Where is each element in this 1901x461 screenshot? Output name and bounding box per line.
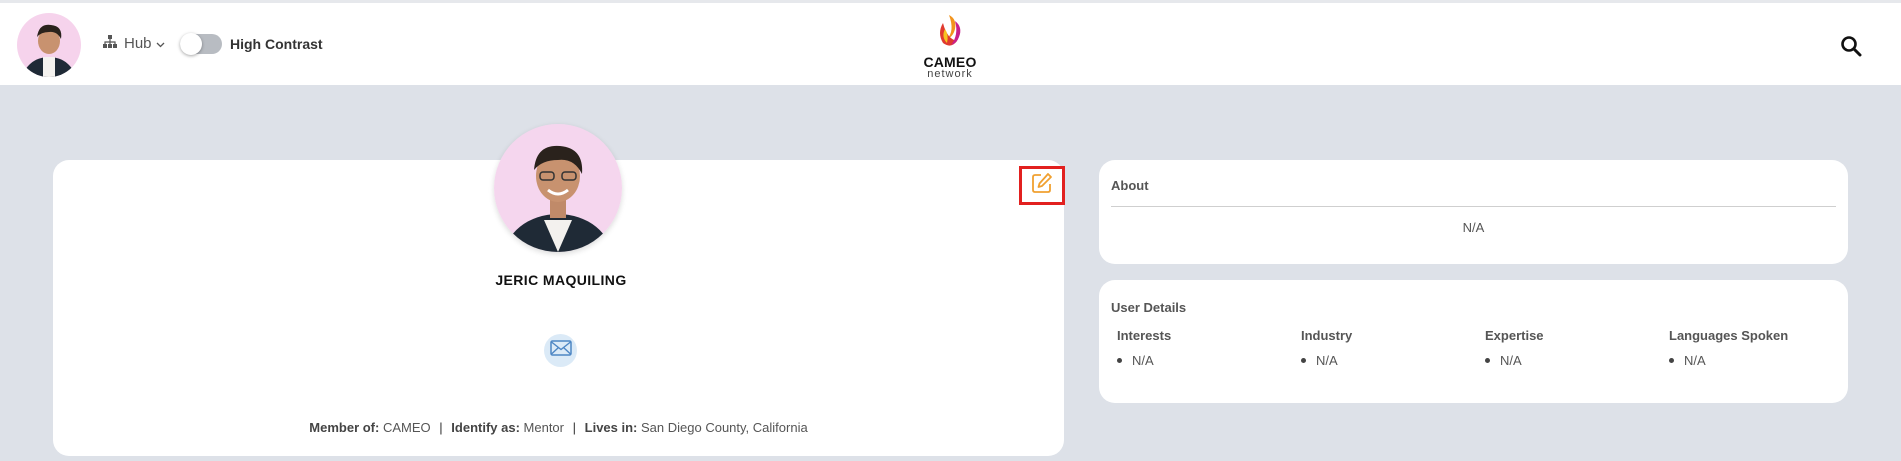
meta-separator: |: [572, 420, 577, 435]
lives-in-label: Lives in:: [584, 420, 638, 435]
high-contrast-label: High Contrast: [230, 36, 323, 52]
details-column-expertise: Expertise N/A: [1485, 328, 1655, 368]
details-column-interests: Interests N/A: [1117, 328, 1287, 368]
hierarchy-icon: [103, 35, 124, 52]
divider: [1111, 206, 1836, 207]
hub-label: Hub: [124, 35, 152, 52]
cameo-logo[interactable]: CAMEO network: [920, 13, 980, 80]
identify-label: Identify as:: [451, 420, 520, 435]
list-item: N/A: [1117, 353, 1287, 368]
about-value: N/A: [1462, 220, 1485, 235]
list-item-value: N/A: [1500, 353, 1522, 368]
message-button[interactable]: [544, 334, 577, 367]
member-of-label: Member of:: [309, 420, 380, 435]
member-of-value: CAMEO: [382, 420, 431, 435]
chevron-down-icon: [156, 35, 172, 52]
high-contrast-toggle[interactable]: [180, 33, 222, 55]
high-contrast-control: High Contrast: [180, 33, 323, 55]
profile-meta: Member of: CAMEO | Identify as: Mentor |…: [200, 420, 917, 435]
user-details-card: User Details Interests N/A Industry N/A …: [1099, 280, 1848, 403]
edit-profile-button[interactable]: [1019, 166, 1065, 205]
logo-mark: [940, 15, 961, 46]
user-details-title: User Details: [1111, 300, 1187, 315]
hub-dropdown[interactable]: Hub: [103, 35, 172, 52]
list-item: N/A: [1301, 353, 1471, 368]
identify-value: Mentor: [523, 420, 564, 435]
list-item: N/A: [1669, 353, 1839, 368]
column-heading: Expertise: [1485, 328, 1544, 343]
nav-avatar[interactable]: [17, 13, 81, 77]
list-item-value: N/A: [1132, 353, 1154, 368]
list-item-value: N/A: [1684, 353, 1706, 368]
search-icon[interactable]: [1840, 35, 1862, 57]
mail-icon: [549, 340, 572, 361]
logo-word: CAMEO: [923, 54, 977, 70]
logo-subword: network: [927, 68, 973, 80]
details-column-languages: Languages Spoken N/A: [1669, 328, 1839, 368]
list-item: N/A: [1485, 353, 1655, 368]
edit-icon: [1031, 172, 1053, 199]
column-heading: Languages Spoken: [1669, 328, 1789, 343]
list-item-value: N/A: [1316, 353, 1338, 368]
lives-in-value: San Diego County, California: [641, 420, 808, 435]
about-card: About N/A: [1099, 160, 1848, 264]
meta-separator: |: [439, 420, 443, 435]
profile-avatar: [494, 124, 622, 252]
top-navbar: Hub High Contrast CAMEO network: [0, 0, 1901, 85]
profile-name: JERIC MAQUILING: [495, 272, 627, 288]
details-column-industry: Industry N/A: [1301, 328, 1471, 368]
column-heading: Industry: [1301, 328, 1353, 343]
about-title: About: [1111, 178, 1149, 193]
toggle-knob: [180, 33, 202, 55]
column-heading: Interests: [1117, 328, 1172, 343]
